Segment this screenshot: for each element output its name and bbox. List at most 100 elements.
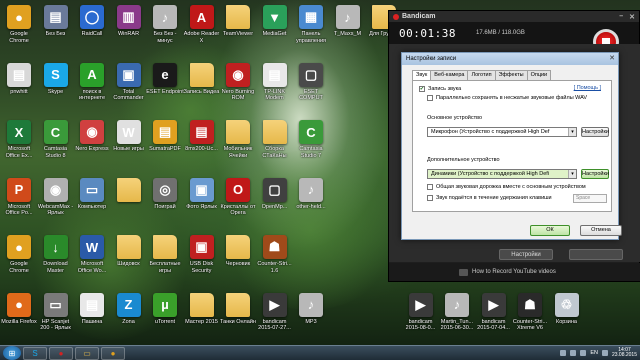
desktop-icon[interactable]: ▭ Компьютер <box>74 174 110 229</box>
minimize-icon[interactable]: – <box>619 13 623 21</box>
tab-webcam[interactable]: Веб-камера <box>430 70 469 80</box>
secondary-device-settings-button[interactable]: Настройки <box>581 169 609 179</box>
taskbar-button[interactable]: ● <box>49 346 73 360</box>
clock[interactable]: 14:07 23.08.2015 <box>612 347 637 359</box>
desktop-icon[interactable]: ♲ Корзина <box>549 289 585 344</box>
desktop-icon[interactable]: ☗ Counter-Stri... Xtreme V6 <box>512 289 548 344</box>
desktop-icon[interactable]: Сборка СТаКаНы <box>257 116 293 171</box>
desktop-icon[interactable]: ▤ SumatraPDF <box>147 116 183 171</box>
desktop-icon[interactable]: X Microsoft Office Ex... <box>1 116 37 171</box>
desktop-icon[interactable]: ▢ ESET COMPUT <box>293 59 329 114</box>
desktop-icon[interactable]: µ uTorrent <box>147 289 183 344</box>
desktop-icon[interactable]: ◉ Nero Express <box>74 116 110 171</box>
start-button[interactable]: ⊞ <box>3 346 21 360</box>
desktop-icon[interactable]: W Новые игры <box>111 116 147 171</box>
tab-effects[interactable]: Эффекты <box>494 70 528 80</box>
desktop-icon[interactable]: ♪ MP3 <box>293 289 329 344</box>
desktop-icon[interactable]: C Camtasia Studio 7 <box>293 116 329 171</box>
desktop-icon[interactable]: Танки Онлайн <box>220 289 256 344</box>
language-indicator[interactable]: EN <box>590 350 598 356</box>
desktop-icon[interactable]: W Microsoft Office Wo... <box>74 231 110 286</box>
desktop-icon[interactable]: e ESET Endpoint <box>146 59 184 114</box>
tab-logo[interactable]: Логотип <box>467 70 496 80</box>
record-settings-dialog[interactable]: Настройки записи ✕ Звук Веб-камера Логот… <box>401 52 619 240</box>
volume-icon[interactable] <box>601 350 608 356</box>
tray-icon[interactable] <box>570 350 577 356</box>
desktop-icon[interactable]: ☗ Counter-Stri... 1.6 <box>257 231 293 286</box>
dialog-titlebar[interactable]: Настройки записи ✕ <box>402 53 618 65</box>
desktop-icon[interactable]: ◉ WebcamMax - Ярлык <box>38 174 74 229</box>
desktop-icon[interactable]: Бесплатные игры <box>147 231 183 286</box>
desktop-icon[interactable]: ▶ bandicam 2015-08-0... <box>403 289 439 344</box>
ok-button[interactable]: ОК <box>530 225 570 236</box>
parallel-wav-row[interactable]: Параллельно сохранять в несжатые звуковы… <box>427 95 587 101</box>
primary-device-select[interactable]: Микрофон (Устройство с поддержкой High D… <box>427 127 577 137</box>
desktop-icon[interactable]: Z Zona <box>111 289 147 344</box>
close-icon[interactable]: ✕ <box>609 54 615 62</box>
desktop-icon[interactable]: ◎ Поиграй <box>147 174 183 229</box>
desktop-icon[interactable]: ◉ Nero Burning ROM <box>220 59 256 114</box>
desktop-icon[interactable]: ▣ Фото Ярлык <box>184 174 220 229</box>
desktop-icon[interactable]: ▤ Без Без <box>38 1 74 56</box>
bandicam-settings-button[interactable]: Настройки <box>499 249 553 260</box>
desktop-icon[interactable]: ▣ Total Commander <box>111 59 147 114</box>
desktop-icon[interactable]: O Кристаллы от Opera <box>220 174 256 229</box>
desktop-icon[interactable]: P Microsoft Office Po... <box>1 174 37 229</box>
desktop-icon[interactable]: ▶ bandicam 2015-07-27... <box>257 289 293 344</box>
bandicam-secondary-button[interactable] <box>569 249 623 260</box>
desktop-icon[interactable]: ▣ USB Disk Security <box>184 231 220 286</box>
desktop-icon[interactable]: Мастер 2015 <box>184 289 220 344</box>
desktop-icon[interactable]: Шидовск <box>111 231 147 286</box>
desktop-icon[interactable]: ◯ RaidCall <box>74 1 110 56</box>
taskbar-button[interactable]: ▭ <box>75 346 99 360</box>
desktop-icon[interactable]: ▤ pnwhitt <box>1 59 37 114</box>
desktop-icon[interactable]: Черновик <box>220 231 256 286</box>
desktop-icon[interactable]: S Skype <box>38 59 74 114</box>
desktop-icon[interactable]: ● Google Chrome <box>1 1 37 56</box>
desktop-icon[interactable]: ▤ TP-LINK Modem <box>257 59 293 114</box>
desktop-icon[interactable]: ▥ WinRAR <box>111 1 147 56</box>
help-link[interactable]: [ Помощь ] <box>574 85 601 91</box>
desktop-icon[interactable]: ● Google Chrome <box>1 231 37 286</box>
hotkey-input[interactable]: Space <box>573 194 607 203</box>
secondary-device-select[interactable]: Динамики (Устройство с поддержкой High D… <box>427 169 577 179</box>
taskbar-button[interactable]: S <box>23 346 47 360</box>
mix-track-checkbox[interactable] <box>427 184 433 190</box>
desktop-icon[interactable]: ↓ Download Master <box>38 231 74 286</box>
desktop-icon[interactable]: ▤ 8mx200-Uc... <box>184 116 220 171</box>
cancel-button[interactable]: Отмена <box>580 225 622 236</box>
desktop-icon[interactable]: ▢ OpenMp... <box>257 174 293 229</box>
close-icon[interactable]: ✕ <box>629 13 635 21</box>
desktop-icon[interactable]: ▤ Пашина <box>74 289 110 344</box>
bandicam-bottom-bar[interactable]: How to Record YouTube videos <box>389 263 640 281</box>
desktop-icon[interactable]: TeamViewer <box>220 1 256 56</box>
desktop-icon[interactable] <box>111 174 147 229</box>
primary-device-settings-button[interactable]: Настройки <box>581 127 609 137</box>
desktop-icon[interactable]: ● Mozilla Firefox <box>1 289 37 344</box>
parallel-wav-checkbox[interactable] <box>427 95 433 101</box>
desktop-icon[interactable]: ♪ other-held... <box>293 174 329 229</box>
desktop-icon[interactable]: ♪ Без Без - минус <box>147 1 183 56</box>
desktop-icon[interactable]: ♪ Martin_Tun... 2015-06-30... <box>439 289 475 344</box>
mix-track-row[interactable]: Общая звуковая дорожка вместе с основным… <box>427 184 586 190</box>
tab-options[interactable]: Опции <box>526 70 552 80</box>
desktop-icon[interactable]: ▦ Панель управления <box>293 1 329 56</box>
record-sound-checkbox[interactable]: ✔ <box>419 86 425 92</box>
desktop-icon[interactable]: Aпоиск в интернете <box>74 59 110 114</box>
bandicam-titlebar[interactable]: Bandicam – ✕ <box>389 11 639 22</box>
desktop-icon[interactable]: A Adobe Reader X <box>184 1 220 56</box>
tray-icon[interactable] <box>560 350 567 356</box>
desktop-icon[interactable]: ▶ bandicam 2015-07-04... <box>476 289 512 344</box>
desktop-icon[interactable]: ♪ T_Maxs_M <box>330 1 366 56</box>
desktop-icon[interactable]: ▭ HP Scanjet 200 - Ярлык <box>38 289 74 344</box>
desktop-icon[interactable]: C Camtasia Studio 8 <box>38 116 74 171</box>
hotkey-row[interactable]: Звук подаётся в течение удержания клавиш… <box>427 195 552 201</box>
hotkey-checkbox[interactable] <box>427 195 433 201</box>
desktop-icon[interactable]: Мобильник Ячейки <box>220 116 256 171</box>
record-sound-row[interactable]: ✔ Запись звука <box>419 86 461 92</box>
desktop-icon[interactable]: ▼ MediaGet <box>257 1 293 56</box>
desktop-icon[interactable]: Запись Видеа <box>184 59 220 114</box>
youtube-howto-link[interactable]: How to Record YouTube videos <box>472 269 556 275</box>
taskbar-button[interactable]: ● <box>101 346 125 360</box>
tray-icon[interactable] <box>580 350 587 356</box>
